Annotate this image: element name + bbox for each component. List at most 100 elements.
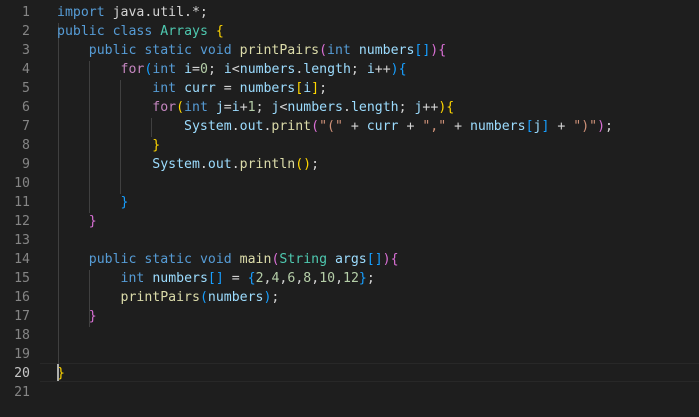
code-line[interactable]: } <box>57 307 97 326</box>
code-token: { <box>390 252 399 267</box>
code-token: . <box>342 100 351 115</box>
line-number: 12 <box>14 214 30 229</box>
code-token: + <box>398 119 423 134</box>
code-line[interactable]: printPairs(numbers); <box>57 288 280 307</box>
code-token: ( <box>199 290 208 305</box>
code-line[interactable]: import java.util.*; <box>57 3 208 22</box>
line-number: 7 <box>22 119 30 134</box>
code-token: i <box>366 62 375 77</box>
code-token: numbers <box>287 100 343 115</box>
code-token: String <box>279 252 328 267</box>
code-line[interactable]: } <box>57 136 160 155</box>
line-number: 10 <box>14 176 30 191</box>
code-token: numbers <box>207 290 264 305</box>
code-token: ")" <box>573 119 598 134</box>
line-number: 9 <box>22 157 30 172</box>
code-token: curr <box>184 81 216 96</box>
code-token: [ <box>525 119 534 134</box>
code-token: , <box>311 271 320 286</box>
code-line[interactable]: } <box>57 193 129 212</box>
code-token: , <box>335 271 344 286</box>
code-line[interactable]: int numbers[] = {2,4,6,8,10,12}; <box>57 269 375 288</box>
code-line[interactable]: public static void printPairs(int number… <box>57 41 446 60</box>
code-token: 12 <box>343 271 359 286</box>
code-line[interactable]: public static void main(String args[]){ <box>57 250 399 269</box>
text-cursor <box>57 364 59 381</box>
code-line[interactable]: for(int i=0; i<numbers.length; i++){ <box>57 60 407 79</box>
code-line[interactable]: for(int j=i+1; j<numbers.length; j++){ <box>57 98 454 117</box>
line-number: 2 <box>22 24 30 39</box>
code-token: printPairs <box>120 290 200 305</box>
code-token: ; <box>605 119 613 134</box>
code-token: } <box>358 271 367 286</box>
code-token: () <box>295 157 312 172</box>
code-token: + <box>549 119 574 134</box>
code-token: 10 <box>319 271 336 286</box>
code-token: numbers <box>469 119 526 134</box>
code-token: { <box>398 62 407 77</box>
code-token: [] <box>207 271 224 286</box>
code-token: { <box>247 271 256 286</box>
code-token: i <box>184 62 193 77</box>
code-token: public <box>88 252 137 267</box>
code-line[interactable]: System.out.println(); <box>57 155 319 174</box>
code-token: i <box>303 81 312 96</box>
code-token: ; <box>271 290 280 305</box>
line-number: 21 <box>14 385 30 400</box>
line-number: 16 <box>14 290 30 305</box>
code-token: void <box>199 43 232 58</box>
code-token: numbers <box>152 271 208 286</box>
code-token: numbers <box>239 81 296 96</box>
code-token: static <box>144 252 192 267</box>
line-number: 6 <box>22 100 30 115</box>
code-token: = <box>215 81 240 96</box>
code-token: { <box>438 43 447 58</box>
code-token: { <box>215 24 224 39</box>
code-token: = <box>223 271 248 286</box>
current-line-highlight <box>40 363 699 382</box>
code-token: int <box>152 62 177 77</box>
code-editor[interactable]: 1 2 3 4 5 6 7 8 9 10 11 12 13 14 15 16 17 18 19 20 21 import… <box>0 0 699 417</box>
code-token: } <box>88 309 97 324</box>
code-token: ++ <box>374 62 391 77</box>
code-token: ; <box>319 81 328 96</box>
code-token: for <box>152 100 177 115</box>
code-token: "," <box>422 119 447 134</box>
code-token: printPairs <box>239 43 320 58</box>
code-token: + <box>446 119 470 134</box>
code-token: int <box>120 271 145 286</box>
code-token: i <box>223 62 232 77</box>
code-token: import <box>57 5 105 20</box>
code-token: } <box>120 195 129 210</box>
code-token: ; <box>311 157 320 172</box>
code-line[interactable]: System.out.print("(" + curr + "," + numb… <box>57 117 613 136</box>
code-token: ; <box>350 62 367 77</box>
code-line[interactable]: } <box>57 212 97 231</box>
code-token: = <box>192 62 200 77</box>
code-token: args <box>334 252 367 267</box>
line-number: 18 <box>14 328 30 343</box>
code-line[interactable]: public class Arrays { <box>57 22 224 41</box>
code-token: ) <box>390 62 399 77</box>
code-token: public <box>88 43 137 58</box>
code-token: = <box>223 100 232 115</box>
line-number-gutter: 1 2 3 4 5 6 7 8 9 10 11 12 13 14 15 16 17 18 19 20 21 <box>0 0 40 417</box>
code-token: [] <box>414 43 431 58</box>
code-line[interactable]: int curr = numbers[i]; <box>57 79 327 98</box>
code-token: int <box>152 81 177 96</box>
line-number: 13 <box>14 233 30 248</box>
code-token: for <box>120 62 145 77</box>
code-token: < <box>231 62 240 77</box>
code-token: ++ <box>422 100 439 115</box>
